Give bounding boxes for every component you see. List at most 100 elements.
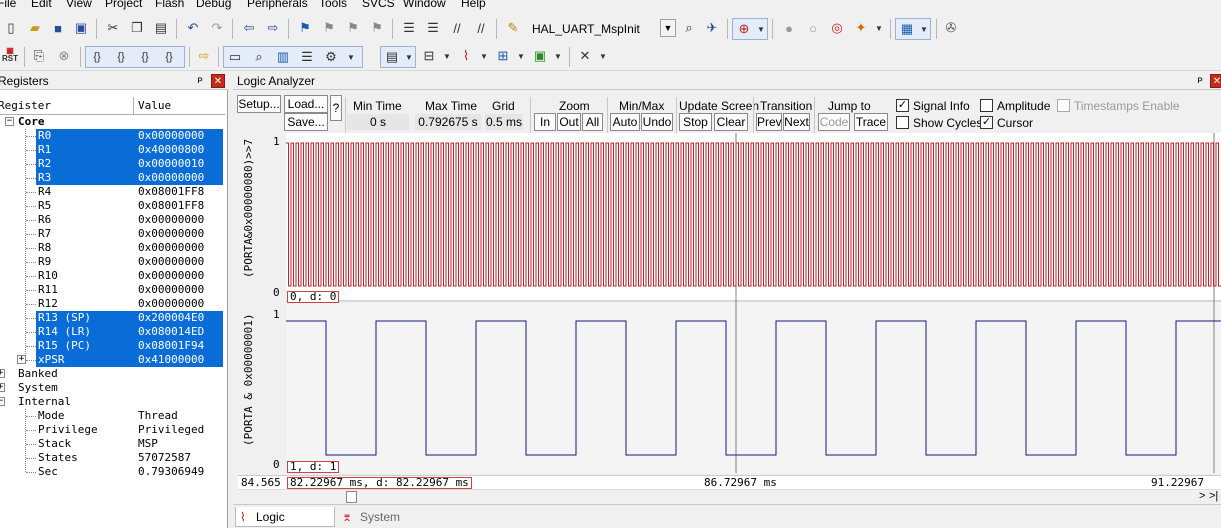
- signal-name-porta0[interactable]: (PORTA & 0x00000001): [242, 314, 255, 446]
- register-value[interactable]: 0x00000000: [138, 241, 204, 255]
- call-stack-window-icon[interactable]: ⚙: [322, 48, 340, 66]
- pin-icon[interactable]: ᴘ: [193, 74, 207, 88]
- close-icon[interactable]: ✕: [211, 74, 225, 88]
- prev-bookmark-icon[interactable]: ⚑: [320, 19, 338, 37]
- new-file-icon[interactable]: ▯: [2, 19, 20, 37]
- copy-icon[interactable]: ❐: [128, 19, 146, 37]
- menu-edit[interactable]: Edit: [31, 0, 52, 10]
- signal-info-checkbox[interactable]: ✓: [896, 99, 909, 112]
- register-value[interactable]: 0x00000000: [138, 213, 204, 227]
- jump-trace-button[interactable]: Trace: [854, 113, 888, 131]
- menu-file[interactable]: File: [0, 0, 16, 10]
- reset-icon[interactable]: ▦ RST: [1, 46, 19, 64]
- save-button[interactable]: Save...: [284, 113, 328, 131]
- menu-project[interactable]: Project: [105, 0, 142, 10]
- chevron-down-icon[interactable]: ▼: [549, 47, 567, 65]
- register-value[interactable]: 0x40000800: [138, 143, 204, 157]
- expand-banked-icon[interactable]: +: [0, 369, 5, 378]
- pin-icon[interactable]: ᴘ: [1193, 74, 1207, 88]
- register-value[interactable]: 0x00000000: [138, 297, 204, 311]
- find-in-files-icon[interactable]: ✎: [504, 19, 522, 37]
- tree-node-system[interactable]: System: [0, 381, 225, 395]
- menu-peripherals[interactable]: Peripherals: [247, 0, 308, 10]
- expand-xpsr-icon[interactable]: +: [17, 355, 26, 364]
- debug-session-button[interactable]: ⊕ ▼: [732, 18, 768, 40]
- chevron-down-icon[interactable]: ▼: [512, 47, 530, 65]
- serial-window-icon[interactable]: ⊟: [420, 47, 438, 65]
- incremental-find-icon[interactable]: ✈: [703, 19, 721, 37]
- register-value[interactable]: 0x00000000: [138, 283, 204, 297]
- tab-system-analyzer[interactable]: ⌆ System Analyzer: [340, 507, 448, 527]
- redo-icon[interactable]: ↷: [208, 19, 226, 37]
- menu-flash[interactable]: Flash: [155, 0, 184, 10]
- tree-node-core[interactable]: Core: [0, 115, 225, 129]
- disassembly-window-icon[interactable]: ⌕: [250, 48, 268, 66]
- memory-window-button[interactable]: ▤ ▼: [380, 46, 416, 68]
- menu-tools[interactable]: Tools: [319, 0, 347, 10]
- navigate-forward-icon[interactable]: ⇨: [264, 19, 282, 37]
- step-into-icon[interactable]: {}: [88, 48, 106, 66]
- chevron-down-icon[interactable]: ▼: [594, 47, 612, 65]
- show-next-statement-icon[interactable]: ⇨: [195, 47, 213, 65]
- bookmark-icon[interactable]: ⚑: [296, 19, 314, 37]
- clear-button[interactable]: Clear: [714, 113, 748, 131]
- register-value[interactable]: 0.79306949: [138, 465, 204, 479]
- stop-icon[interactable]: ⊗: [55, 47, 73, 65]
- minmax-undo-button[interactable]: Undo: [641, 113, 673, 131]
- open-folder-icon[interactable]: ▰: [26, 19, 44, 37]
- chevron-down-icon[interactable]: ▼: [475, 47, 493, 65]
- stop-button[interactable]: Stop: [679, 113, 712, 131]
- breakpoint-icon[interactable]: ●: [780, 19, 798, 37]
- close-icon[interactable]: ✕: [1210, 74, 1221, 88]
- expand-system-icon[interactable]: +: [0, 383, 5, 392]
- zoom-out-button[interactable]: Out: [557, 113, 581, 131]
- zoom-in-button[interactable]: In: [534, 113, 556, 131]
- register-value[interactable]: 0x00000010: [138, 157, 204, 171]
- register-value[interactable]: Privileged: [138, 423, 204, 437]
- command-window-icon[interactable]: ▭: [226, 48, 244, 66]
- register-value[interactable]: 0x00000000: [138, 171, 204, 185]
- next-bookmark-icon[interactable]: ⚑: [344, 19, 362, 37]
- menu-debug[interactable]: Debug: [196, 0, 231, 10]
- cursor-checkbox[interactable]: ✓: [980, 116, 993, 129]
- register-value[interactable]: 0x00000000: [138, 227, 204, 241]
- register-value[interactable]: 0x080014ED: [138, 325, 204, 339]
- comment-icon[interactable]: //: [448, 19, 466, 37]
- undo-icon[interactable]: ↶: [184, 19, 202, 37]
- minmax-auto-button[interactable]: Auto: [610, 113, 640, 131]
- save-icon[interactable]: ■: [49, 19, 67, 37]
- disable-breakpoint-icon[interactable]: ○: [804, 19, 822, 37]
- scroll-end-icon[interactable]: >|: [1209, 490, 1218, 502]
- menu-view[interactable]: View: [66, 0, 92, 10]
- zoom-all-button[interactable]: All: [582, 113, 603, 131]
- window-layout-button[interactable]: ▦ ▼: [895, 18, 931, 40]
- collapse-core-icon[interactable]: −: [5, 117, 14, 126]
- system-viewer-icon[interactable]: ▣: [531, 47, 549, 65]
- column-register[interactable]: Register: [0, 99, 51, 112]
- trace-window-icon[interactable]: ⊞: [494, 47, 512, 65]
- indent-icon[interactable]: ☰: [400, 19, 418, 37]
- unindent-icon[interactable]: ☰: [424, 19, 442, 37]
- column-value[interactable]: Value: [138, 99, 171, 112]
- next-transition-button[interactable]: Next: [783, 113, 810, 131]
- register-value[interactable]: 0x08001FF8: [138, 185, 204, 199]
- tree-node-banked[interactable]: Banked: [0, 367, 225, 381]
- prev-transition-button[interactable]: Prev: [756, 113, 782, 131]
- symbols-window-icon[interactable]: ▥: [274, 48, 292, 66]
- jump-code-button[interactable]: Code: [818, 113, 850, 131]
- clear-bookmarks-icon[interactable]: ⚑: [368, 19, 386, 37]
- run-to-cursor-icon[interactable]: {}: [160, 48, 178, 66]
- collapse-internal-icon[interactable]: −: [0, 397, 5, 406]
- toolbox-icon[interactable]: ✕: [576, 47, 594, 65]
- show-cycles-checkbox[interactable]: [896, 116, 909, 129]
- step-out-icon[interactable]: {}: [136, 48, 154, 66]
- step-over-icon[interactable]: {}: [112, 48, 130, 66]
- chevron-down-icon[interactable]: ▼: [438, 47, 456, 65]
- load-button[interactable]: Load...: [284, 95, 328, 113]
- navigate-back-icon[interactable]: ⇦: [240, 19, 258, 37]
- register-value[interactable]: MSP: [138, 437, 158, 451]
- scrollbar-thumb[interactable]: [346, 491, 357, 503]
- signal-display[interactable]: (PORTA&0x00000080)>>7 1 0 (PORTA & 0x000…: [233, 133, 1221, 473]
- register-value[interactable]: 0x00000000: [138, 255, 204, 269]
- menu-help[interactable]: Help: [461, 0, 486, 10]
